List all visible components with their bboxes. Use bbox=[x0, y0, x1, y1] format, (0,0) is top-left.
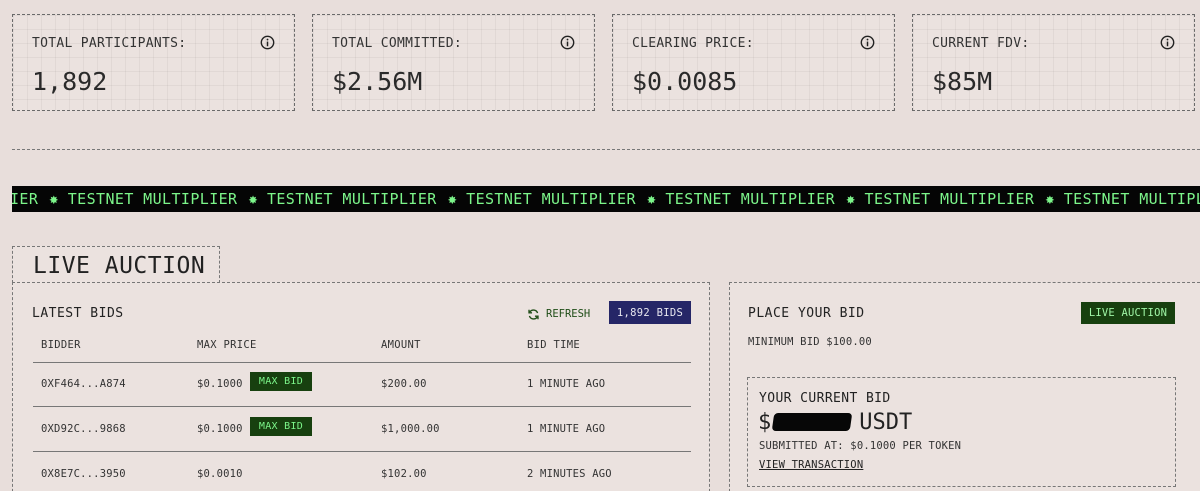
table-row[interactable]: 0XD92C...9868 $0.1000 MAX BID $1,000.00 … bbox=[33, 408, 691, 452]
stat-card-total-committed: TOTAL COMMITTED: $2.56M bbox=[312, 14, 595, 111]
stat-card-total-participants: TOTAL PARTICIPANTS: 1,892 bbox=[12, 14, 295, 111]
ticker-text: TESTNET MULTIPLIER bbox=[665, 190, 836, 208]
live-auction-tab: LIVE AUCTION bbox=[12, 246, 220, 283]
max-price: $0.0010 bbox=[197, 468, 243, 480]
testnet-multiplier-ticker: IER ✸ TESTNET MULTIPLIER ✸ TESTNET MULTIPLIE… bbox=[12, 186, 1200, 212]
column-header-amount: AMOUNT bbox=[381, 339, 421, 351]
live-auction-status-badge: LIVE AUCTION bbox=[1081, 302, 1175, 324]
refresh-label: REFRESH bbox=[546, 308, 591, 320]
ticker-star-icon: ✸ bbox=[447, 190, 458, 208]
column-header-max-price: MAX PRICE bbox=[197, 339, 257, 351]
table-row[interactable]: 0X8E7C...3950 $0.0010 $102.00 2 MINUTES … bbox=[33, 453, 691, 491]
info-icon[interactable] bbox=[560, 35, 575, 50]
table-row[interactable]: 0XF464...A874 $0.1000 MAX BID $200.00 1 … bbox=[33, 363, 691, 407]
stat-card-current-fdv: CURRENT FDV: $85M bbox=[912, 14, 1195, 111]
bid-time: 1 MINUTE AGO bbox=[527, 378, 606, 390]
max-bid-badge: MAX BID bbox=[250, 417, 312, 436]
bid-amount: $102.00 bbox=[381, 468, 427, 480]
stat-label: TOTAL PARTICIPANTS: bbox=[32, 36, 187, 51]
bid-amount: $200.00 bbox=[381, 378, 427, 390]
bidder-address: 0XD92C...9868 bbox=[41, 423, 126, 435]
max-price: $0.1000 bbox=[197, 423, 243, 435]
bid-time: 1 MINUTE AGO bbox=[527, 423, 606, 435]
ticker-text: TESTNET MULTIPLIER bbox=[1063, 190, 1200, 208]
section-divider bbox=[12, 149, 1200, 150]
view-transaction-link[interactable]: VIEW TRANSACTION bbox=[759, 459, 863, 471]
max-price: $0.1000 bbox=[197, 378, 243, 390]
latest-bids-panel: LATEST BIDS REFRESH 1,892 BIDS BIDDER MA… bbox=[12, 282, 710, 491]
ticker-text: TESTNET MULTIPLIER bbox=[466, 190, 636, 208]
stat-label: CLEARING PRICE: bbox=[632, 36, 754, 51]
max-bid-badge: MAX BID bbox=[250, 372, 312, 391]
ticker-star-icon: ✸ bbox=[646, 190, 657, 208]
ticker-text: IER bbox=[12, 190, 39, 208]
ticker-track: IER ✸ TESTNET MULTIPLIER ✸ TESTNET MULTIPLIE… bbox=[12, 186, 1200, 212]
ticker-star-icon: ✸ bbox=[49, 190, 59, 208]
current-bid-title: YOUR CURRENT BID bbox=[759, 391, 891, 406]
ticker-text: TESTNET MULTIPLIER bbox=[67, 190, 238, 208]
info-icon[interactable] bbox=[860, 35, 875, 50]
stat-label: TOTAL COMMITTED: bbox=[332, 36, 463, 51]
stat-card-clearing-price: CLEARING PRICE: $0.0085 bbox=[612, 14, 895, 111]
stat-value: $2.56M bbox=[332, 67, 423, 96]
currency-code: USDT bbox=[859, 409, 913, 435]
bid-time: 2 MINUTES AGO bbox=[527, 468, 612, 480]
ticker-star-icon: ✸ bbox=[1045, 190, 1055, 208]
redacted-amount bbox=[771, 413, 853, 431]
refresh-button[interactable]: REFRESH bbox=[527, 305, 590, 323]
ticker-star-icon: ✸ bbox=[248, 190, 258, 208]
submitted-at-text: SUBMITTED AT: $0.1000 PER TOKEN bbox=[759, 440, 962, 452]
stat-value: $0.0085 bbox=[632, 67, 738, 96]
stat-label: CURRENT FDV: bbox=[932, 36, 1030, 51]
ticker-text: TESTNET MULTIPLIER bbox=[266, 190, 437, 208]
minimum-bid-text: MINIMUM BID $100.00 bbox=[748, 336, 872, 348]
refresh-icon bbox=[528, 308, 539, 320]
column-header-bid-time: BID TIME bbox=[527, 339, 580, 351]
current-bid-box: YOUR CURRENT BID $ USDT SUBMITTED AT: $0… bbox=[747, 377, 1176, 487]
bid-amount: $1,000.00 bbox=[381, 423, 440, 435]
place-bid-panel: PLACE YOUR BID LIVE AUCTION MINIMUM BID … bbox=[729, 282, 1200, 491]
ticker-star-icon: ✸ bbox=[846, 190, 856, 208]
place-bid-title: PLACE YOUR BID bbox=[748, 306, 865, 321]
info-icon[interactable] bbox=[260, 35, 275, 50]
live-auction-heading: LIVE AUCTION bbox=[33, 253, 206, 279]
bidder-address: 0XF464...A874 bbox=[41, 378, 126, 390]
bids-count-badge: 1,892 BIDS bbox=[609, 301, 691, 324]
latest-bids-title: LATEST BIDS bbox=[32, 306, 124, 321]
stat-value: 1,892 bbox=[32, 67, 108, 96]
info-icon[interactable] bbox=[1160, 35, 1175, 50]
current-bid-amount: $ USDT bbox=[758, 408, 912, 436]
currency-symbol: $ bbox=[758, 409, 772, 435]
ticker-text: TESTNET MULTIPLIER bbox=[864, 190, 1035, 208]
stat-value: $85M bbox=[932, 67, 993, 96]
bidder-address: 0X8E7C...3950 bbox=[41, 468, 126, 480]
column-header-bidder: BIDDER bbox=[41, 339, 81, 351]
